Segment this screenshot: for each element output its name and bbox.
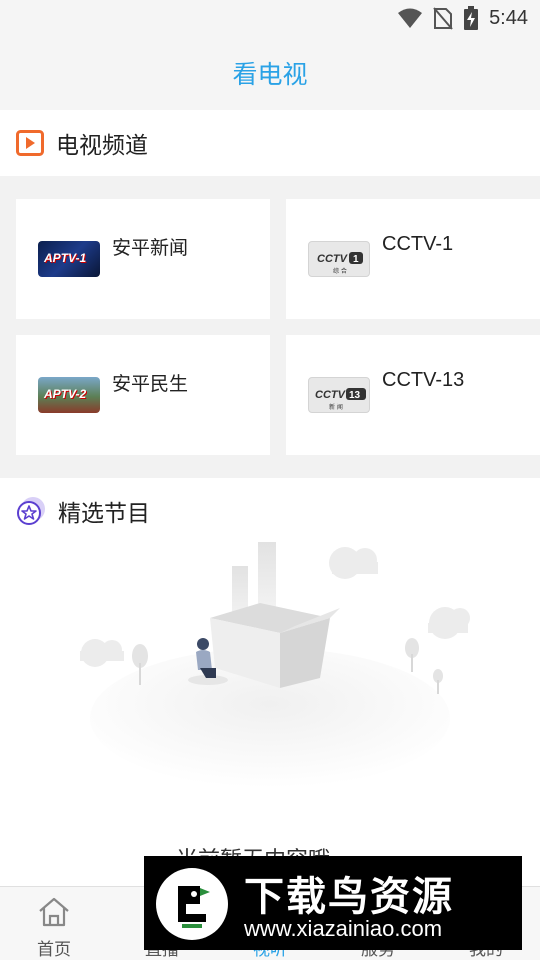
no-sim-icon <box>433 7 453 30</box>
channel-logo: APTV-2 <box>38 377 100 413</box>
channel-logo: APTV-1 <box>38 241 100 277</box>
watermark-banner: 下载鸟资源 www.xiazainiao.com <box>144 856 522 950</box>
app-header: 看电视 <box>0 36 540 110</box>
play-square-icon <box>16 130 44 156</box>
tab-home[interactable]: 首页 <box>0 887 108 960</box>
channel-card-anping-minsheng[interactable]: APTV-2 安平民生 <box>16 335 270 455</box>
channel-logo: CCTV 13 新 闻 <box>308 377 370 413</box>
tv-section-title: 电视频道 <box>56 133 148 159</box>
channel-name: 安平新闻 <box>112 237 189 259</box>
star-circle-icon <box>17 497 45 525</box>
featured-section: 精选节目 <box>0 478 540 886</box>
tv-section-header: 电视频道 <box>0 110 540 176</box>
svg-text:1: 1 <box>353 254 359 265</box>
status-icons: 5:44 <box>397 6 528 30</box>
cctv-logo-icon: CCTV 1 综 合 <box>317 252 363 275</box>
channel-logo-text: APTV-2 <box>44 387 87 401</box>
svg-text:CCTV: CCTV <box>315 389 347 401</box>
featured-section-header: 精选节目 <box>0 478 540 544</box>
watermark-text: 下载鸟资源 <box>244 874 454 920</box>
status-bar: 5:44 <box>0 0 540 36</box>
featured-section-title: 精选节目 <box>58 501 150 527</box>
svg-text:13: 13 <box>349 390 361 401</box>
svg-text:新 闻: 新 闻 <box>329 403 343 411</box>
battery-charging-icon <box>464 6 479 30</box>
channel-card-cctv1[interactable]: CCTV 1 综 合 CCTV-1 <box>286 199 540 319</box>
channel-logo-text: APTV-1 <box>44 251 87 265</box>
channel-name: CCTV-1 <box>382 233 454 255</box>
home-icon <box>39 897 69 927</box>
channel-card-cctv13[interactable]: CCTV 13 新 闻 CCTV-13 <box>286 335 540 455</box>
channel-logo: CCTV 1 综 合 <box>308 241 370 277</box>
empty-state-illustration <box>80 542 470 788</box>
tab-label: 首页 <box>37 940 71 960</box>
channel-grid: APTV-1 安平新闻 CCTV 1 综 合 CCTV-1 APTV-2 安平民… <box>0 176 540 476</box>
svg-text:CCTV: CCTV <box>317 253 349 265</box>
page-title: 看电视 <box>232 60 308 89</box>
channel-card-anping-news[interactable]: APTV-1 安平新闻 <box>16 199 270 319</box>
cctv-logo-icon: CCTV 13 新 闻 <box>315 388 366 411</box>
wifi-icon <box>398 8 423 28</box>
svg-text:综 合: 综 合 <box>333 267 347 275</box>
watermark-url: www.xiazainiao.com <box>244 916 443 941</box>
bird-logo-icon <box>156 868 228 940</box>
channel-name: CCTV-13 <box>382 369 465 391</box>
status-time: 5:44 <box>489 6 528 29</box>
channel-name: 安平民生 <box>112 373 189 395</box>
